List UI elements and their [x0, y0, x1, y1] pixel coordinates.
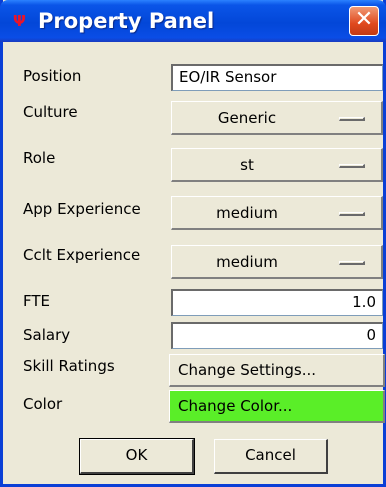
position-label: Position: [23, 67, 82, 85]
dropdown-grip-icon: [339, 164, 365, 168]
app-experience-label: App Experience: [23, 200, 141, 218]
window-title: Property Panel: [38, 9, 215, 33]
property-panel-window: Ψ Property Panel ✕ Position EO/IR Sensor…: [0, 0, 386, 487]
color-label: Color: [23, 395, 63, 413]
dropdown-grip-icon: [339, 212, 365, 216]
ok-button[interactable]: OK: [79, 438, 195, 475]
culture-select[interactable]: Generic: [171, 101, 383, 135]
salary-field[interactable]: 0: [171, 322, 383, 349]
app-experience-value: medium: [216, 204, 278, 222]
skill-ratings-label: Skill Ratings: [23, 357, 115, 375]
role-label: Role: [23, 149, 56, 167]
fte-field[interactable]: 1.0: [171, 289, 383, 316]
app-icon: Ψ: [13, 12, 26, 30]
cancel-button[interactable]: Cancel: [214, 439, 328, 474]
fte-label: FTE: [23, 292, 51, 310]
cclt-experience-select[interactable]: medium: [171, 245, 383, 279]
close-button[interactable]: ✕: [349, 6, 379, 36]
close-icon: ✕: [354, 7, 374, 32]
app-experience-select[interactable]: medium: [171, 196, 383, 230]
position-field[interactable]: EO/IR Sensor: [171, 64, 383, 91]
culture-label: Culture: [23, 103, 78, 121]
cclt-experience-label: Cclt Experience: [23, 246, 141, 264]
salary-label: Salary: [23, 326, 71, 344]
dropdown-grip-icon: [339, 261, 365, 265]
role-select[interactable]: st: [171, 148, 383, 182]
culture-value: Generic: [217, 109, 277, 127]
title-bar[interactable]: Ψ Property Panel ✕: [0, 0, 386, 42]
change-settings-button[interactable]: Change Settings...: [169, 354, 385, 387]
cclt-experience-value: medium: [216, 253, 278, 271]
dropdown-grip-icon: [339, 117, 365, 121]
role-value: st: [240, 156, 254, 174]
change-color-button[interactable]: Change Color...: [169, 390, 385, 423]
